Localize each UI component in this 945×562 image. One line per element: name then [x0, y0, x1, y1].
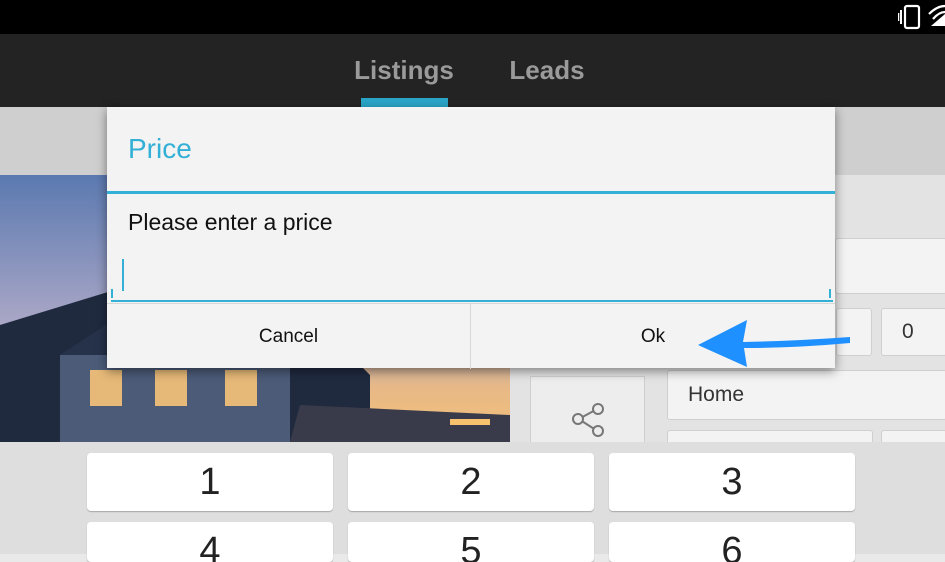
key-3[interactable]: 3 — [609, 453, 855, 511]
active-tab-indicator — [361, 98, 448, 107]
property-type-field[interactable]: Home — [667, 370, 945, 420]
key-6[interactable]: 6 — [609, 522, 855, 562]
price-input[interactable] — [111, 254, 833, 302]
text-cursor — [122, 259, 124, 291]
cancel-button[interactable]: Cancel — [107, 304, 470, 369]
listing-form-field[interactable] — [835, 238, 945, 294]
status-bar — [0, 0, 945, 34]
action-bar: Listings Leads — [0, 34, 945, 107]
tab-leads[interactable]: Leads — [497, 34, 597, 107]
numeric-keyboard: 1 2 3 4 5 6 — [0, 442, 945, 562]
dialog-message: Please enter a price — [128, 209, 333, 235]
vibrate-icon — [898, 4, 921, 30]
arrow-annotation-icon — [698, 320, 850, 367]
wifi-icon — [928, 4, 945, 26]
key-2[interactable]: 2 — [348, 453, 594, 511]
share-icon — [572, 403, 604, 437]
input-underline-left-tick — [111, 289, 113, 298]
key-4[interactable]: 4 — [87, 522, 333, 562]
key-1[interactable]: 1 — [87, 453, 333, 511]
key-5[interactable]: 5 — [348, 522, 594, 562]
share-button[interactable] — [530, 376, 645, 444]
input-underline-right-tick — [829, 289, 831, 298]
dialog-title-divider — [107, 191, 835, 194]
dialog-title: Price — [128, 133, 192, 164]
tab-listings[interactable]: Listings — [348, 34, 460, 107]
number-field[interactable]: 0 — [881, 308, 945, 356]
